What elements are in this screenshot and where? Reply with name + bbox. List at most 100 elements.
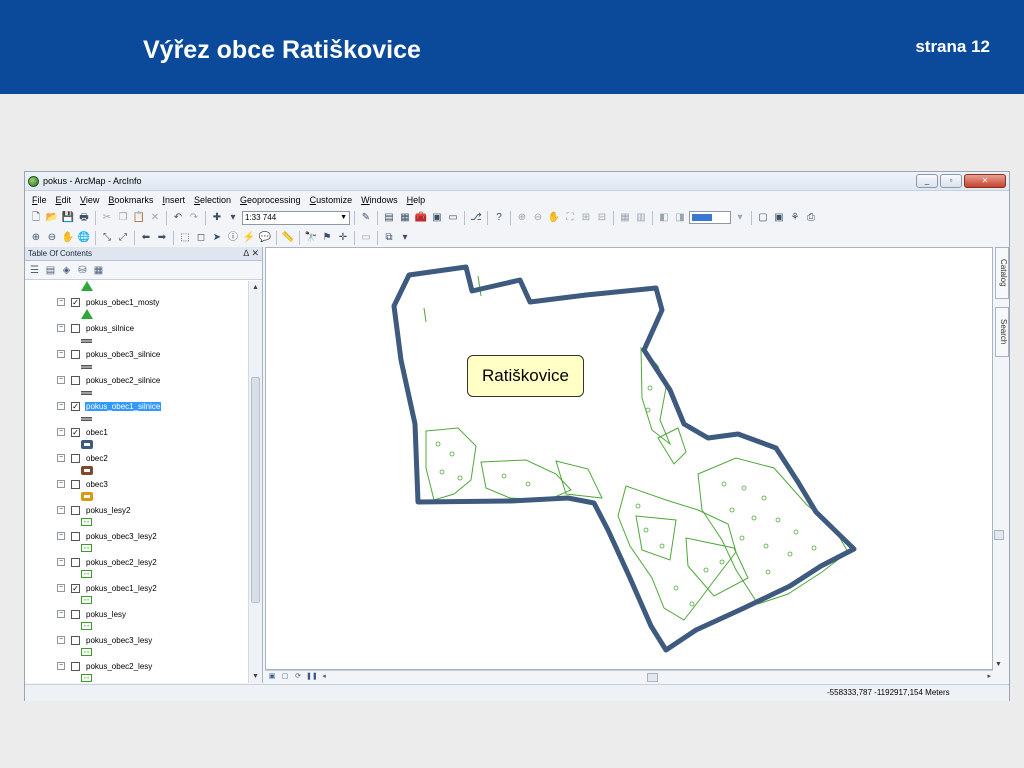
layer-name[interactable]: obec2 <box>85 454 109 463</box>
menu-insert[interactable]: Insert <box>162 192 185 208</box>
layer-item[interactable]: − ✓ pokus_obec1_mosty <box>57 296 237 322</box>
delete-icon[interactable]: ✕ <box>148 211 162 225</box>
layer-name-selected[interactable]: pokus_obec1_silnice <box>85 401 162 411</box>
scroll-down-arrow-icon[interactable]: ▼ <box>249 670 262 683</box>
map-view[interactable]: Ratiškovice <box>265 247 993 670</box>
layer-visibility-checkbox[interactable] <box>71 453 80 463</box>
layer-item[interactable]: − ✓ obec1 <box>57 426 237 452</box>
layer-name[interactable]: obec3 <box>85 480 109 489</box>
layer-visibility-checkbox[interactable] <box>71 661 80 671</box>
toc-scrollbar[interactable]: ▲ ▼ <box>248 281 262 683</box>
chevron-down-icon[interactable]: ▾ <box>226 211 240 225</box>
layer-visibility-checkbox[interactable]: ✓ <box>71 427 80 437</box>
chevron-down-icon[interactable]: ▾ <box>398 231 412 245</box>
binoculars-icon[interactable]: ⚘ <box>788 211 802 225</box>
layout-page-icon[interactable]: ⊟ <box>595 211 609 225</box>
print-icon[interactable]: 🖶 <box>77 211 91 225</box>
layer-name[interactable]: pokus_obec1_lesy2 <box>85 584 158 593</box>
full-extent-icon[interactable]: 🌐 <box>77 231 91 245</box>
save-icon[interactable]: 💾 <box>61 211 75 225</box>
collapse-icon[interactable]: − <box>57 480 65 488</box>
collapse-icon[interactable]: − <box>57 532 65 540</box>
layer-visibility-checkbox[interactable]: ✓ <box>71 401 80 411</box>
time-slider-icon[interactable]: ▭ <box>359 231 373 245</box>
layout-guides-icon[interactable]: ▥ <box>634 211 648 225</box>
layer-visibility-checkbox[interactable] <box>71 531 80 541</box>
layer-name[interactable]: pokus_lesy2 <box>85 506 131 515</box>
menu-help[interactable]: Help <box>407 192 426 208</box>
select-features-icon[interactable]: ⬚ <box>178 231 192 245</box>
layer-visibility-checkbox[interactable]: ✓ <box>71 297 80 307</box>
layer-name[interactable]: pokus_obec2_lesy2 <box>85 558 158 567</box>
scroll-up-arrow-icon[interactable]: ▲ <box>249 281 262 294</box>
add-data-icon[interactable]: ✚ <box>210 211 224 225</box>
layer-visibility-checkbox[interactable] <box>71 323 80 333</box>
layer-item[interactable]: − ✓ pokus_obec1_silnice <box>57 400 237 426</box>
collapse-icon[interactable]: − <box>57 662 65 670</box>
map-label-callout[interactable]: Ratiškovice <box>467 355 584 397</box>
model-builder-icon[interactable]: ⎇ <box>469 211 483 225</box>
layer-item[interactable]: − pokus_silnice <box>57 322 237 348</box>
zoom-in-icon[interactable]: ⊕ <box>29 231 43 245</box>
layer-item[interactable]: − pokus_obec3_lesy2 ∘∘ <box>57 530 237 556</box>
pause-drawing-icon[interactable]: ❚❚ <box>306 672 318 682</box>
scrollbar-thumb[interactable] <box>251 377 260 603</box>
menu-windows[interactable]: Windows <box>361 192 398 208</box>
layer-visibility-checkbox[interactable] <box>71 609 80 619</box>
undo-icon[interactable]: ↶ <box>171 211 185 225</box>
scroll-right-arrow-icon[interactable]: ▸ <box>987 672 991 680</box>
close-button[interactable]: ✕ <box>964 174 1006 188</box>
layer-visibility-checkbox[interactable]: ✓ <box>71 583 80 593</box>
layer-name[interactable]: obec1 <box>85 428 109 437</box>
collapse-icon[interactable]: − <box>57 324 65 332</box>
search-window-icon[interactable]: ▣ <box>430 211 444 225</box>
title-bar[interactable]: pokus - ArcMap - ArcInfo _ ▫ ✕ <box>25 172 1009 191</box>
find-icon[interactable]: 🔭 <box>304 231 318 245</box>
collapse-icon[interactable]: − <box>57 610 65 618</box>
help-icon[interactable]: ? <box>492 211 506 225</box>
scroll-down-arrow-icon[interactable]: ▼ <box>995 661 1002 668</box>
layer-item[interactable]: − obec3 <box>57 478 237 504</box>
identify-icon[interactable]: ⓘ <box>226 231 240 245</box>
collapse-icon[interactable]: − <box>57 428 65 436</box>
layer-visibility-checkbox[interactable] <box>71 505 80 515</box>
layer-item[interactable]: − pokus_obec3_silnice <box>57 348 237 374</box>
scrollbar-thumb[interactable] <box>994 530 1004 540</box>
layer-visibility-checkbox[interactable] <box>71 375 80 385</box>
layout-pan-icon[interactable]: ✋ <box>547 211 561 225</box>
data-view-icon[interactable]: ▢ <box>756 211 770 225</box>
catalog-tab[interactable]: Catalog <box>995 247 1009 299</box>
layer-visibility-checkbox[interactable] <box>71 635 80 645</box>
menu-edit[interactable]: Edit <box>56 192 72 208</box>
menu-bookmarks[interactable]: Bookmarks <box>108 192 153 208</box>
fill-color-dropdown[interactable] <box>689 211 731 224</box>
layer-name[interactable]: pokus_obec2_silnice <box>85 376 161 385</box>
layer-visibility-checkbox[interactable] <box>71 479 80 489</box>
layout-full-extent-icon[interactable]: ⛶ <box>563 211 577 225</box>
toc-pin-close[interactable]: ∆ ✕ <box>243 248 259 259</box>
zoom-out-icon[interactable]: ⊖ <box>45 231 59 245</box>
go-to-xy-icon[interactable]: ✛ <box>336 231 350 245</box>
options-icon[interactable]: ▦ <box>92 264 105 277</box>
menu-customize[interactable]: Customize <box>310 192 353 208</box>
layer-item[interactable]: − pokus_obec2_lesy2 ∘∘ <box>57 556 237 582</box>
arctoolbox-icon[interactable]: 🧰 <box>414 211 428 225</box>
python-window-icon[interactable]: ▭ <box>446 211 460 225</box>
layout-grid-icon[interactable]: ▦ <box>618 211 632 225</box>
chevron-down-icon[interactable]: ▾ <box>733 211 747 225</box>
layout-zoom-in-icon[interactable]: ⊕ <box>515 211 529 225</box>
data-view-icon[interactable]: ▣ <box>267 672 277 682</box>
editor-toolbar-icon[interactable]: ✎ <box>359 211 373 225</box>
collapse-icon[interactable]: − <box>57 506 65 514</box>
print-preview-icon[interactable]: ⎙ <box>804 211 818 225</box>
list-by-visibility-icon[interactable]: ◈ <box>60 264 73 277</box>
layer-item[interactable]: − pokus_lesy ∘∘ <box>57 608 237 634</box>
collapse-icon[interactable]: − <box>57 454 65 462</box>
search-tab[interactable]: Search <box>995 307 1009 357</box>
layer-item[interactable]: − pokus_obec2_lesy ∘∘ <box>57 660 237 683</box>
html-popup-icon[interactable]: 💬 <box>258 231 272 245</box>
layout-view-icon[interactable]: ▢ <box>280 672 290 682</box>
map-scale-field[interactable]: 1:33 744 ▼ <box>242 210 350 225</box>
chevron-down-icon[interactable]: ▼ <box>340 212 347 224</box>
menu-selection[interactable]: Selection <box>194 192 231 208</box>
